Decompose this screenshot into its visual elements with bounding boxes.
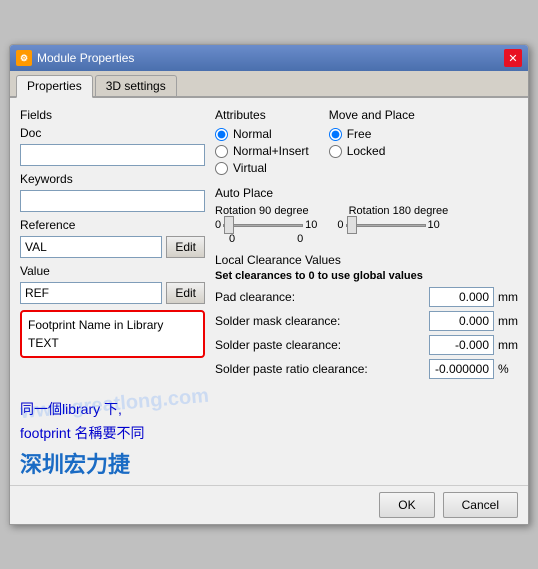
keywords-input[interactable] [20,190,205,212]
clearance-unit-1: mm [498,314,518,328]
reference-edit-button[interactable]: Edit [166,236,205,258]
rot90-max: 10 [305,219,317,231]
clearance-section: Local Clearance Values Set clearances to… [215,253,518,379]
clearance-unit-0: mm [498,290,518,304]
right-column: Attributes Normal Normal+Insert Virtual [215,108,518,383]
move-free-row: Free [329,127,415,141]
columns-layout: Fields Doc Keywords Reference Edit Value… [20,108,518,383]
sliders-row: 0 10 0 10 [215,219,518,231]
module-properties-window: ⚙ Module Properties ✕ Properties 3D sett… [9,44,529,525]
attr-normal-row: Normal [215,127,309,141]
rot180-slider-group: 0 10 [337,219,439,231]
top-right-sections: Attributes Normal Normal+Insert Virtual [215,108,518,186]
auto-place-title: Auto Place [215,186,518,200]
tab-3d-settings[interactable]: 3D settings [95,75,177,96]
rot180-min: 0 [337,219,343,231]
value-edit-button[interactable]: Edit [166,282,205,304]
app-icon: ⚙ [16,50,32,66]
rot180-value: 0 [297,233,303,245]
clearance-input-3[interactable] [429,359,494,379]
footprint-box: Footprint Name in Library TEXT [20,310,205,358]
clearance-title: Local Clearance Values [215,253,518,267]
clearance-input-2[interactable] [429,335,494,355]
close-button[interactable]: ✕ [504,49,522,67]
move-free-radio[interactable] [329,128,342,141]
window-title: Module Properties [37,51,134,65]
footer: OK Cancel [10,485,528,524]
attr-normal-insert-row: Normal+Insert [215,144,309,158]
ok-button[interactable]: OK [379,492,434,518]
reference-input[interactable] [20,236,162,258]
rot90-slider-group: 0 10 [215,219,317,231]
clearance-name-0: Pad clearance: [215,290,425,304]
move-place-title: Move and Place [329,108,415,122]
annotation-line1: 同一個library 下, [20,399,518,419]
clearance-name-3: Solder paste ratio clearance: [215,362,425,376]
move-place-section: Move and Place Free Locked [329,108,415,178]
doc-input[interactable] [20,144,205,166]
bottom-area: www.greatlong.com 同一個library 下, footprin… [10,393,528,485]
rot90-slider[interactable] [223,224,303,227]
attr-normal-radio[interactable] [215,128,228,141]
title-bar: ⚙ Module Properties ✕ [10,45,528,71]
cancel-button[interactable]: Cancel [443,492,518,518]
reference-row: Edit [20,236,205,258]
clearance-unit-3: % [498,362,518,376]
clearance-row-0: Pad clearance: mm [215,287,518,307]
move-locked-radio[interactable] [329,145,342,158]
footprint-label: Footprint Name in Library [28,318,197,332]
clearance-input-1[interactable] [429,311,494,331]
reference-label: Reference [20,218,205,232]
rot90-value: 0 [229,233,235,245]
attr-virtual-radio[interactable] [215,162,228,175]
rot180-max: 10 [428,219,440,231]
clearance-subtitle: Set clearances to 0 to use global values [215,270,518,282]
footprint-value: TEXT [28,336,197,350]
value-row: Edit [20,282,205,304]
doc-label: Doc [20,126,205,140]
brand-text: 深圳宏力捷 [20,447,518,479]
value-label: Value [20,264,205,278]
attr-virtual-row: Virtual [215,161,309,175]
move-free-label: Free [347,127,372,141]
attr-normal-insert-radio[interactable] [215,145,228,158]
clearance-input-0[interactable] [429,287,494,307]
move-locked-row: Locked [329,144,415,158]
clearance-name-2: Solder paste clearance: [215,338,425,352]
fields-label: Fields [20,108,205,122]
rot90-min: 0 [215,219,221,231]
left-column: Fields Doc Keywords Reference Edit Value… [20,108,205,383]
attr-normal-label: Normal [233,127,272,141]
keywords-label: Keywords [20,172,205,186]
tab-bar: Properties 3D settings [10,71,528,98]
clearance-name-1: Solder mask clearance: [215,314,425,328]
rot180-slider[interactable] [346,224,426,227]
clearance-row-3: Solder paste ratio clearance: % [215,359,518,379]
annotation-line2: footprint 名稱要不同 [20,423,518,443]
move-locked-label: Locked [347,144,386,158]
slider-values: 0 0 [215,233,518,245]
clearance-row-2: Solder paste clearance: mm [215,335,518,355]
value-input[interactable] [20,282,162,304]
attr-normal-insert-label: Normal+Insert [233,144,309,158]
attr-virtual-label: Virtual [233,161,267,175]
clearance-unit-2: mm [498,338,518,352]
main-content: Fields Doc Keywords Reference Edit Value… [10,98,528,393]
auto-place-section: Auto Place Rotation 90 degree Rotation 1… [215,186,518,245]
tab-properties[interactable]: Properties [16,75,93,98]
clearance-row-1: Solder mask clearance: mm [215,311,518,331]
attributes-section: Attributes Normal Normal+Insert Virtual [215,108,309,178]
attributes-title: Attributes [215,108,309,122]
